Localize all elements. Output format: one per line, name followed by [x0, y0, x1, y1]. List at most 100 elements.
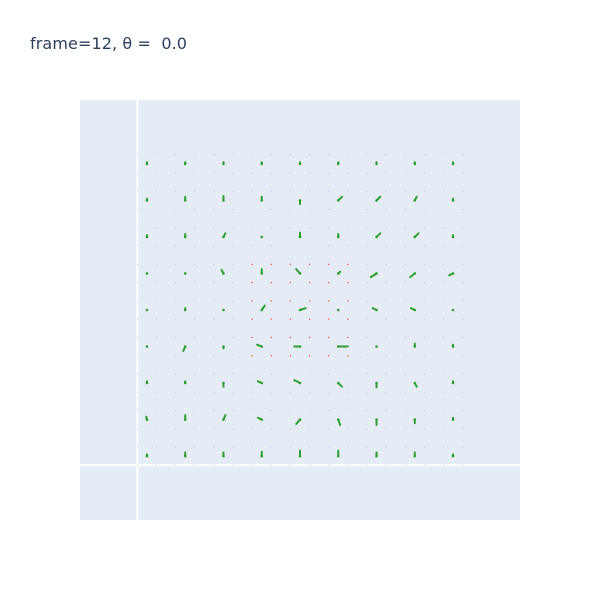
fine-marker: [366, 245, 368, 247]
fine-marker: [366, 373, 368, 375]
fine-marker: [251, 373, 253, 375]
fine-marker: [289, 227, 291, 229]
fine-marker: [232, 282, 234, 284]
fine-marker: [309, 464, 311, 466]
green-marker: [298, 418, 302, 421]
fine-marker: [308, 281, 311, 284]
fine-marker: [270, 172, 272, 174]
green-marker: [183, 381, 187, 385]
green-marker: [145, 162, 149, 166]
fine-marker: [213, 263, 215, 265]
green-marker: [451, 345, 455, 348]
fine-marker: [328, 154, 330, 156]
fine-marker: [423, 209, 425, 211]
fine-marker: [308, 318, 311, 320]
fine-marker: [289, 446, 291, 448]
fine-marker: [347, 464, 349, 466]
fine-marker: [404, 336, 406, 338]
fine-marker: [385, 464, 387, 466]
fine-marker: [289, 245, 291, 247]
fine-marker: [213, 300, 215, 302]
green-marker: [413, 418, 417, 421]
fine-marker: [136, 391, 138, 393]
green-marker: [336, 199, 340, 202]
fine-marker: [385, 263, 387, 265]
fine-marker: [213, 154, 215, 156]
fine-marker: [366, 172, 368, 174]
fine-marker: [366, 318, 368, 320]
fine-marker: [442, 263, 444, 265]
fine-marker: [442, 172, 444, 174]
fine-marker: [309, 391, 311, 393]
fine-marker: [156, 391, 158, 393]
fine-marker: [175, 172, 177, 174]
fine-marker: [289, 300, 292, 302]
fine-marker: [232, 446, 234, 448]
fine-marker: [194, 245, 196, 247]
fine-marker: [136, 446, 138, 448]
fine-marker: [347, 446, 349, 448]
green-marker: [413, 308, 417, 312]
fine-marker: [328, 464, 330, 466]
fine-marker: [213, 428, 215, 430]
fine-marker: [442, 355, 444, 357]
fine-marker: [270, 209, 272, 211]
fine-marker: [175, 428, 177, 430]
fine-marker: [462, 209, 464, 211]
green-marker: [451, 308, 455, 312]
fine-marker: [366, 355, 368, 357]
green-marker: [260, 418, 264, 421]
fine-marker: [462, 373, 464, 375]
fine-marker: [232, 464, 234, 466]
fine-marker: [385, 209, 387, 211]
green-marker: [298, 199, 302, 202]
fine-marker: [404, 446, 406, 448]
fine-marker: [347, 172, 349, 174]
fine-marker: [232, 154, 234, 156]
fine-marker: [232, 300, 234, 302]
fine-marker: [462, 263, 464, 265]
fine-marker: [404, 172, 406, 174]
fine-marker: [347, 318, 349, 320]
fine-marker: [328, 409, 330, 411]
green-marker: [222, 162, 225, 166]
fine-marker: [309, 409, 311, 411]
fine-marker: [404, 154, 406, 156]
green-marker: [336, 345, 340, 348]
fine-marker: [289, 172, 291, 174]
fine-marker: [327, 263, 330, 266]
fine-marker: [404, 409, 406, 411]
fine-marker: [347, 373, 349, 375]
fine-marker: [366, 300, 368, 302]
fine-marker: [347, 300, 349, 302]
fine-marker: [194, 409, 196, 411]
fine-marker: [423, 263, 425, 265]
fine-marker: [309, 172, 311, 174]
fine-marker: [385, 282, 387, 284]
fine-marker: [175, 464, 177, 466]
fine-marker: [194, 300, 196, 302]
green-marker: [183, 345, 187, 348]
green-marker: [183, 308, 187, 312]
fine-marker: [462, 318, 464, 320]
fine-marker: [232, 190, 234, 192]
fine-marker: [423, 355, 425, 357]
fine-marker: [289, 154, 291, 156]
fine-marker: [136, 318, 138, 320]
green-marker: [451, 272, 455, 275]
green-marker: [145, 272, 149, 275]
fine-marker: [270, 428, 272, 430]
fine-marker: [136, 209, 138, 211]
fine-marker: [251, 245, 253, 247]
green-marker: [451, 162, 455, 166]
fine-marker: [423, 300, 425, 302]
fine-marker: [423, 227, 425, 229]
fine-marker: [213, 190, 215, 192]
green-marker: [375, 272, 378, 275]
fine-marker: [309, 154, 311, 156]
fine-marker: [270, 446, 272, 448]
green-marker: [183, 162, 187, 166]
fine-marker: [136, 190, 138, 192]
green-marker: [413, 454, 417, 458]
fine-marker: [194, 190, 196, 192]
